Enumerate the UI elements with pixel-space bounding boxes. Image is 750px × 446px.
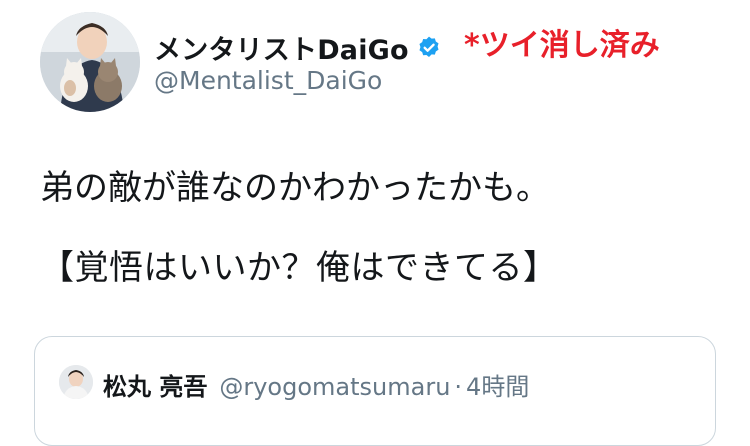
quoted-profile-photo-icon <box>59 365 93 399</box>
tweet-text-line-1: 弟の敵が誰なのかわかったかも。 <box>40 168 550 208</box>
quoted-timestamp[interactable]: 4時間 <box>466 367 529 402</box>
quoted-tweet-card[interactable]: 松丸 亮吾 @ryogomatsumaru · 4時間 <box>34 336 716 446</box>
author-handle[interactable]: @Mentalist_DaiGo <box>154 66 382 95</box>
tweet: メンタリストDaiGo @Mentalist_DaiGo *ツイ消し済み 弟の敵… <box>0 0 750 446</box>
quoted-display-name[interactable]: 松丸 亮吾 <box>103 367 207 402</box>
quoted-tweet-header: 松丸 亮吾 @ryogomatsumaru · 4時間 <box>103 367 529 402</box>
quoted-author-avatar[interactable] <box>59 365 93 399</box>
author-name-row[interactable]: メンタリストDaiGo <box>154 28 442 67</box>
tweet-text-line-2: 【覚悟はいいか？俺はできてる】 <box>40 248 558 288</box>
verified-badge-icon <box>416 35 442 61</box>
profile-photo-icon <box>40 12 140 112</box>
author-display-name[interactable]: メンタリストDaiGo <box>154 28 409 67</box>
quoted-handle[interactable]: @ryogomatsumaru <box>219 373 450 401</box>
deleted-annotation: *ツイ消し済み <box>464 28 660 63</box>
author-avatar[interactable] <box>40 12 140 112</box>
quoted-separator: · <box>454 373 463 401</box>
